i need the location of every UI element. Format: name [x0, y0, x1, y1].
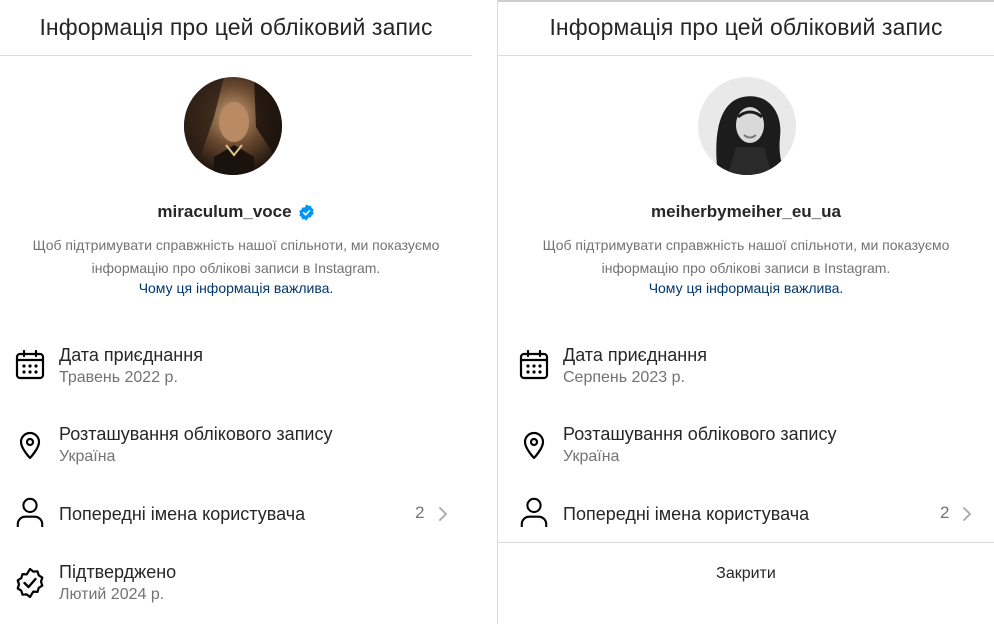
join-date-value: Серпень 2023 р.	[563, 369, 685, 386]
description: Щоб підтримувати справжність нашої спіль…	[32, 237, 440, 276]
previous-usernames-count: 2	[940, 503, 950, 522]
verified-label: Підтверджено	[59, 562, 177, 582]
previous-usernames-row[interactable]: Попередні імена користувача 2	[498, 494, 994, 534]
why-link[interactable]: Чому ця інформація важлива.	[498, 280, 994, 296]
username-row: miraculum_voce	[0, 200, 472, 224]
verified-badge-icon	[298, 203, 314, 221]
join-date-label: Дата приєднання	[59, 345, 203, 365]
previous-usernames-count: 2	[415, 503, 425, 522]
location-label: Розташування облікового запису	[563, 424, 837, 444]
account-info-dialog-left: Інформація про цей обліковий запис mirac…	[0, 0, 472, 624]
why-link[interactable]: Чому ця інформація важлива.	[0, 280, 472, 296]
dialog-title: Інформація про цей обліковий запис	[0, 0, 472, 56]
previous-usernames-row[interactable]: Попередні імена користувача 2	[0, 494, 472, 534]
description: Щоб підтримувати справжність нашої спіль…	[542, 237, 950, 276]
person-icon	[16, 497, 44, 528]
join-date-label: Дата приєднання	[563, 345, 707, 365]
join-date-row: Дата приєднання Серпень 2023 р.	[498, 340, 994, 400]
join-date-value: Травень 2022 р.	[59, 369, 178, 386]
location-pin-icon	[19, 431, 41, 460]
username: meiherbymeiher_eu_ua	[651, 202, 841, 221]
join-date-row: Дата приєднання Травень 2022 р.	[0, 340, 472, 400]
previous-usernames-label: Попередні імена користувача	[563, 504, 810, 524]
location-row: Розташування облікового запису Україна	[498, 420, 994, 480]
panel-gap	[472, 0, 497, 624]
location-pin-icon	[523, 431, 545, 460]
previous-usernames-label: Попередні імена користувача	[59, 504, 306, 524]
location-label: Розташування облікового запису	[59, 424, 333, 444]
person-icon	[520, 497, 548, 528]
dialog-title: Інформація про цей обліковий запис	[498, 0, 994, 56]
location-row: Розташування облікового запису Україна	[0, 420, 472, 480]
avatar	[698, 77, 796, 175]
chevron-right-icon	[963, 507, 971, 521]
verified-row: Підтверджено Лютий 2024 р.	[0, 558, 472, 618]
avatar	[184, 77, 282, 175]
calendar-icon	[519, 349, 549, 380]
location-value: Україна	[563, 448, 620, 465]
username: miraculum_voce	[157, 202, 292, 221]
chevron-right-icon	[439, 507, 447, 521]
account-info-dialog-right: Інформація про цей обліковий запис meihe…	[497, 0, 994, 624]
location-value: Україна	[59, 448, 116, 465]
username-row: meiherbymeiher_eu_ua	[498, 200, 994, 224]
verified-value: Лютий 2024 р.	[59, 586, 165, 603]
verified-seal-icon	[16, 567, 44, 599]
calendar-icon	[15, 349, 45, 380]
close-button[interactable]: Закрити	[498, 543, 994, 605]
